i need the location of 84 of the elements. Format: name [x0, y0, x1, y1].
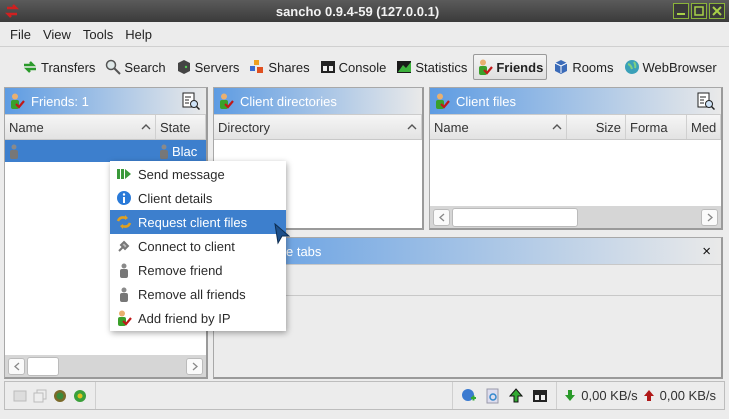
- right-chevron-icon: [706, 212, 712, 222]
- menu-item[interactable]: Request client files: [110, 210, 286, 234]
- scrollbar[interactable]: [430, 206, 721, 228]
- toolbar-tab[interactable]: Servers: [172, 54, 244, 80]
- friend-icon: [477, 59, 494, 75]
- left-chevron-icon: [14, 362, 20, 370]
- column-header[interactable]: Name: [5, 115, 156, 139]
- menu-item[interactable]: Tools: [76, 26, 120, 42]
- play-icon: [116, 166, 132, 182]
- cube-icon: [553, 59, 570, 75]
- menu-item[interactable]: Help: [119, 26, 158, 42]
- plug-icon: [116, 238, 132, 254]
- toolbar-tab[interactable]: Console: [316, 54, 390, 80]
- left-chevron-icon: [438, 212, 444, 222]
- shares-icon: [249, 59, 266, 75]
- menu-item[interactable]: View: [36, 26, 77, 42]
- console-icon[interactable]: [532, 388, 548, 404]
- friend-row[interactable]: Blac: [5, 140, 206, 162]
- console-icon: [320, 59, 336, 75]
- toolbar-tab[interactable]: Shares: [245, 54, 314, 80]
- minimize-button[interactable]: [673, 3, 689, 19]
- toolbar-tab[interactable]: Friends: [473, 54, 548, 80]
- person-icon: [159, 144, 169, 158]
- panel-title: Client directories: [240, 94, 337, 108]
- minimize-icon: [677, 13, 685, 15]
- info-icon: [116, 190, 132, 206]
- copy-icon: [33, 388, 47, 402]
- right-chevron-icon: [192, 362, 198, 370]
- refresh-icon: [116, 214, 132, 230]
- panel-title: Friends: 1: [31, 94, 89, 108]
- down-arrow-icon: [565, 390, 576, 401]
- menu-item[interactable]: File: [4, 26, 37, 42]
- menu-item[interactable]: Connect to client: [110, 234, 286, 258]
- menu-item[interactable]: Remove friend: [110, 258, 286, 282]
- up-arrow-icon[interactable]: [509, 388, 524, 404]
- server-icon: [176, 59, 192, 75]
- toolbar-tab[interactable]: Transfers: [18, 54, 100, 80]
- toolbar-tab[interactable]: Search: [101, 54, 170, 80]
- menu-item[interactable]: Add friend by IP: [110, 306, 286, 330]
- up-arrow-icon: [644, 390, 654, 401]
- friend-icon: [9, 93, 25, 109]
- maximize-icon: [694, 6, 704, 16]
- upload-rate: 0,00 KB/s: [660, 388, 716, 403]
- menu-item[interactable]: Send message: [110, 162, 286, 186]
- close-icon: [712, 6, 722, 16]
- search-list-icon[interactable]: [697, 92, 715, 110]
- friend-icon: [218, 93, 234, 109]
- column-header[interactable]: State: [156, 115, 206, 139]
- friend-icon: [434, 93, 450, 109]
- download-rate: 0,00 KB/s: [581, 388, 638, 403]
- table-cell: Blac: [172, 144, 198, 158]
- panel-title: Client files: [456, 94, 516, 108]
- chart-icon: [396, 59, 412, 75]
- scroll-thumb[interactable]: [452, 208, 578, 226]
- toolbar-tab[interactable]: Rooms: [549, 54, 618, 80]
- arrows-icon: [22, 59, 38, 75]
- panel-title: e tabs: [286, 244, 322, 258]
- toolbar-tab[interactable]: WebBrowser: [620, 54, 721, 80]
- scrollbar[interactable]: [5, 355, 206, 377]
- close-button[interactable]: ×: [698, 242, 715, 260]
- person-icon: [119, 262, 129, 278]
- pointer-icon: [274, 223, 290, 245]
- column-header[interactable]: Name: [430, 115, 567, 139]
- app-icon: [4, 3, 20, 19]
- person-icon: [9, 144, 19, 158]
- menu-item[interactable]: Remove all friends: [110, 282, 286, 306]
- column-header[interactable]: Size: [567, 115, 626, 139]
- menu-item[interactable]: Client details: [110, 186, 286, 210]
- toolbar-tab[interactable]: Statistics: [392, 54, 472, 80]
- sort-icon[interactable]: [552, 124, 562, 130]
- window-title: sancho 0.9.4-59 (127.0.0.1): [274, 4, 440, 18]
- column-header[interactable]: Directory: [214, 115, 422, 139]
- sort-icon[interactable]: [141, 124, 151, 130]
- column-header[interactable]: Med: [687, 115, 721, 139]
- scroll-thumb[interactable]: [27, 356, 59, 376]
- search-list-icon[interactable]: [182, 92, 200, 110]
- add-friend-icon: [116, 310, 132, 326]
- maximize-button[interactable]: [691, 3, 707, 19]
- search-icon: [105, 59, 122, 75]
- close-button[interactable]: [709, 3, 725, 19]
- document-icon[interactable]: [486, 388, 500, 404]
- column-header[interactable]: Forma: [626, 115, 687, 139]
- person-icon: [119, 286, 129, 302]
- sort-icon[interactable]: [407, 124, 417, 130]
